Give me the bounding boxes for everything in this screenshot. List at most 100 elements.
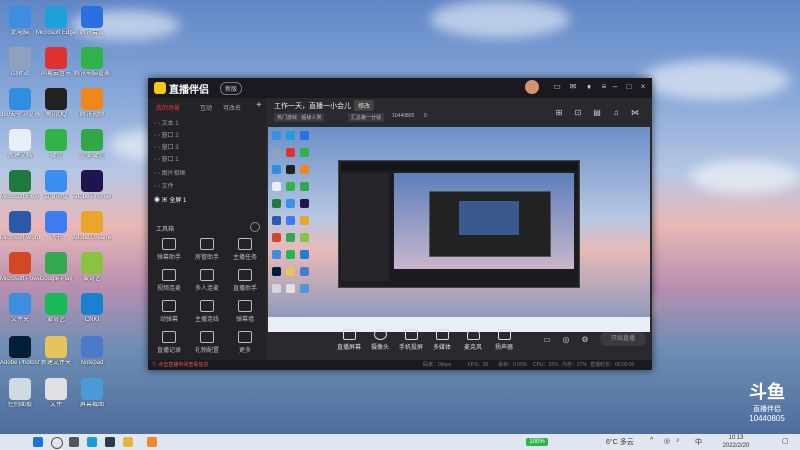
scene-item[interactable]: ◦ ◦ 窗口 3 — [154, 142, 179, 152]
desktop-icon[interactable]: 飞书 — [36, 209, 76, 255]
desktop-icon[interactable]: 百度网盘 — [36, 168, 76, 214]
desktop-icon[interactable]: CNKI — [72, 291, 112, 337]
stream-preview[interactable] — [268, 127, 650, 332]
desktop-icon[interactable]: 腾讯QQ — [36, 86, 76, 132]
desktop-icon[interactable]: Google Play — [36, 250, 76, 296]
tool-item[interactable]: 主播任务 — [230, 238, 260, 264]
desktop-icon[interactable]: 360安全浏览器 — [0, 86, 40, 132]
desktop-icon[interactable]: Notepad — [72, 334, 112, 380]
weather[interactable]: 6°C 多云 — [606, 437, 634, 447]
desktop-icon[interactable]: 新建文档 — [0, 127, 40, 173]
scene-item[interactable]: ◦ ◦ 文件 — [154, 181, 174, 191]
desktop-icon[interactable]: 文件夹 — [0, 291, 40, 337]
tool-item[interactable]: 动弹幕 — [154, 300, 184, 326]
version-badge[interactable]: 新版 — [220, 82, 243, 95]
camera-button[interactable]: 摄像头 — [363, 329, 397, 353]
avatar[interactable] — [525, 80, 539, 94]
desktop-icon[interactable]: 控制面板 — [0, 376, 40, 422]
tool-item[interactable]: 直播记录 — [154, 331, 184, 357]
start-icon[interactable] — [33, 437, 43, 447]
desktop-icon[interactable]: Microsoft Excel 2010 — [0, 168, 40, 214]
tray-arrow-icon[interactable]: ^ — [650, 437, 653, 444]
record-icon[interactable]: ◎ — [561, 335, 571, 345]
desktop-icon[interactable]: 回收站 — [0, 45, 40, 91]
media-button[interactable]: 多媒体 — [425, 329, 459, 353]
tab-scenes[interactable]: 我的场景 — [156, 103, 180, 112]
announcement-tag[interactable]: 汇总第一分钱 — [348, 113, 385, 122]
notification-icon[interactable]: ▢ — [782, 437, 789, 445]
desktop-icon[interactable]: 此电脑 — [0, 4, 40, 50]
desktop-icon[interactable]: Adobe Dreamweaver — [72, 209, 112, 255]
preview-mini-icon — [272, 250, 281, 259]
desktop-icon[interactable]: 爱奇艺 — [36, 291, 76, 337]
microphone-button[interactable]: 麦克风 — [456, 329, 490, 353]
message-icon[interactable]: ▭ — [552, 82, 562, 92]
desktop-icon[interactable]: Microsoft PowerPoint — [0, 250, 40, 296]
app-icon — [9, 129, 31, 151]
taskview-icon[interactable] — [69, 437, 79, 447]
explorer-icon[interactable] — [123, 437, 133, 447]
desktop-icon[interactable]: 企业微信 — [72, 127, 112, 173]
tool-item[interactable]: 直播助手 — [230, 269, 260, 295]
battery-indicator[interactable]: 100% — [526, 438, 548, 446]
settings-icon[interactable]: ⚙ — [580, 335, 590, 345]
screen-capture-button[interactable]: 直播屏幕 — [332, 329, 366, 353]
tool-item[interactable]: 视频连麦 — [154, 269, 184, 295]
desktop-icon[interactable]: 网易云音乐 — [36, 45, 76, 91]
steam-icon[interactable] — [105, 437, 115, 447]
desktop-icon[interactable]: Microsoft Word 2010 — [0, 209, 40, 255]
edit-title-button[interactable]: 修改 — [354, 100, 375, 111]
tool-item[interactable]: 弹幕墙 — [230, 300, 260, 326]
add-scene-button[interactable]: + — [256, 100, 262, 111]
clock[interactable]: 10:13 2022/2/20 — [716, 434, 756, 450]
network-icon[interactable]: ◎ — [664, 437, 670, 445]
desktop-icon[interactable]: 腾讯视频 — [72, 86, 112, 132]
scene-item[interactable]: ◦ ◦ 图片相框 — [154, 168, 186, 178]
camera-toggle-icon[interactable]: ▭ — [542, 335, 552, 345]
desktop-icon[interactable]: Adobe Photoshop — [0, 334, 40, 380]
desktop-icon[interactable]: 微信 — [36, 127, 76, 173]
tool-item[interactable]: 房管助手 — [192, 238, 222, 264]
tool-item[interactable]: 礼物配置 — [192, 331, 222, 357]
edge-icon[interactable] — [87, 437, 97, 447]
layout-icon[interactable]: ▤ — [592, 108, 602, 118]
desktop-icon[interactable]: 文件 — [36, 376, 76, 422]
desktop-icon[interactable]: 爱奇艺 — [72, 250, 112, 296]
input-language[interactable]: 中 — [695, 437, 702, 447]
desktop-icon[interactable]: 屏幕截图 — [72, 376, 112, 422]
preview-mini-icon — [300, 182, 309, 191]
grid-icon[interactable]: ⊞ — [554, 108, 564, 118]
live-companion-taskbar-icon[interactable] — [147, 437, 157, 447]
close-icon[interactable]: × — [638, 82, 648, 92]
minimize-icon[interactable]: – — [610, 82, 620, 92]
scene-item[interactable]: ◦ ◦ 窗口 2 — [154, 130, 179, 140]
active-source[interactable]: ◉ ▣ 全屏 1 — [154, 195, 186, 205]
scene-item[interactable]: ◦ ◦ 窗口 1 — [154, 154, 179, 164]
speaker-button[interactable]: 扬声器 — [487, 329, 521, 353]
desktop-icon[interactable]: Adobe Premiere Pro — [72, 168, 112, 214]
desktop-icon[interactable]: Microsoft Edge — [36, 4, 76, 50]
desktop-icon[interactable]: 腾讯会议 — [72, 4, 112, 50]
tool-item[interactable]: 弹幕助手 — [154, 238, 184, 264]
tab-rename[interactable]: 可改名 — [223, 103, 241, 112]
shirt-icon[interactable]: ♦ — [584, 82, 594, 92]
search-icon[interactable] — [51, 437, 63, 449]
toolbox-collapse-icon[interactable] — [250, 222, 260, 232]
tool-item[interactable]: 多人连麦 — [192, 269, 222, 295]
desktop-icon[interactable]: 腾讯电脑管家 — [72, 45, 112, 91]
desktop-icon[interactable]: 新建文件夹 — [36, 334, 76, 380]
maximize-icon[interactable]: □ — [624, 82, 634, 92]
tab-interaction[interactable]: 互动 — [200, 103, 212, 112]
scene-item[interactable]: ◦ ◦ 文本 1 — [154, 118, 179, 128]
tool-item[interactable]: 更多 — [230, 331, 260, 357]
share-icon[interactable]: ⋈ — [630, 108, 640, 118]
tool-item[interactable]: 主播连线 — [192, 300, 222, 326]
menu-icon[interactable]: ≡ — [599, 82, 609, 92]
mail-icon[interactable]: ✉ — [568, 82, 578, 92]
lock-icon[interactable]: ⊡ — [573, 108, 583, 118]
bell-icon[interactable]: ♫ — [611, 108, 621, 118]
category-tag[interactable]: 热门游戏 · 超级人类 — [274, 113, 325, 122]
start-live-button[interactable]: 开始直播 — [600, 332, 646, 346]
volume-icon[interactable]: ♪ — [676, 437, 680, 444]
phone-cast-button[interactable]: 手机投屏 — [394, 329, 428, 353]
